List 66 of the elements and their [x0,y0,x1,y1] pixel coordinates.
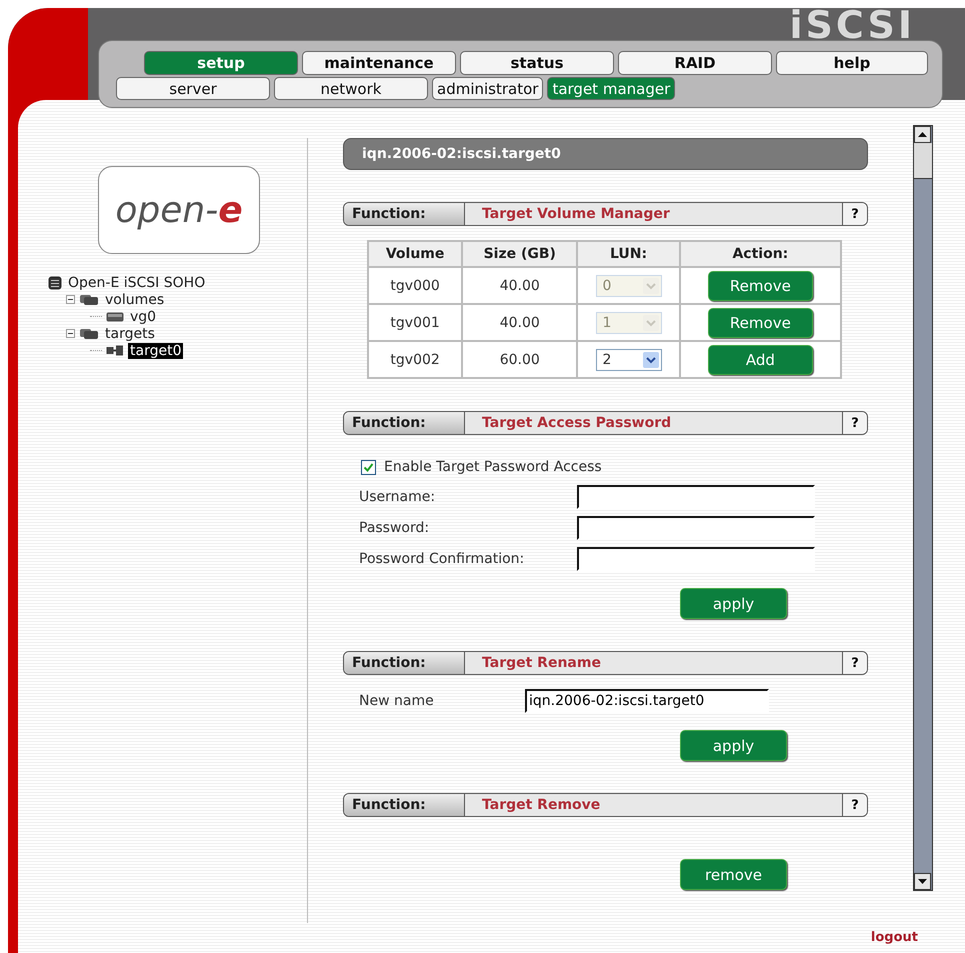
brand-logo: open-e [98,166,260,254]
tree-item[interactable]: targets [103,326,157,342]
column-header: Action: [680,241,841,267]
collapse-icon[interactable] [66,329,75,338]
page-title: iqn.2006-02:iscsi.target0 [343,138,868,170]
scroll-up-icon[interactable] [914,126,931,143]
function-title: Target Rename [481,654,602,673]
table-cell: 40.00 [462,267,578,304]
scrollbar[interactable] [913,125,933,891]
help-button[interactable]: ? [842,794,867,816]
action-button[interactable]: Add [708,344,813,374]
help-button[interactable]: ? [842,652,867,674]
help-button[interactable]: ? [842,412,867,434]
drive-icon [106,312,124,322]
sub-tab[interactable]: network [274,77,428,100]
scroll-down-icon[interactable] [914,873,931,890]
tree-item[interactable]: volumes [103,292,166,308]
field-label: Username: [359,488,436,504]
function-label: Function: [344,203,465,225]
input-field[interactable] [577,484,815,508]
column-header: Size (GB) [462,241,578,267]
field-label: Possword Confirmation: [359,550,526,566]
table-cell: 40.00 [462,304,578,341]
main-tab[interactable]: RAID [618,51,772,75]
main-tab[interactable]: help [776,51,928,75]
table-cell: 60.00 [462,341,578,378]
apply-button[interactable]: apply [680,730,787,761]
checkbox-label: Enable Target Password Access [384,459,602,475]
function-title: Target Remove [481,796,602,815]
table-cell: tgv000 [368,267,462,304]
sub-tab[interactable]: server [116,77,270,100]
column-header: LUN: [577,241,680,267]
product-logo: iSCSI [790,10,915,40]
function-label: Function: [344,412,465,434]
main-tab[interactable]: maintenance [302,51,456,75]
tree-item[interactable]: Open-E iSCSI SOHO [66,274,208,290]
field-label: New name [359,692,435,708]
lun-dropdown[interactable]: 2 [596,348,662,370]
folder-icon [79,294,99,306]
help-button[interactable]: ? [842,203,867,225]
remove-button[interactable]: remove [680,859,787,890]
sub-tab[interactable]: target manager [547,77,676,100]
main-tab[interactable]: setup [144,51,298,75]
checkbox[interactable] [361,460,376,474]
input-field[interactable]: iqn.2006-02:iscsi.target0 [525,688,769,712]
input-field[interactable] [577,546,815,570]
collapse-icon[interactable] [66,295,75,304]
folder-icon [79,328,99,340]
scroll-thumb[interactable] [914,143,932,179]
connector-icon [106,345,124,356]
input-field[interactable] [577,516,815,540]
field-label: Password: [359,520,430,536]
main-tab[interactable]: status [460,51,614,75]
function-label: Function: [344,794,465,816]
sub-tab[interactable]: administrator [432,77,544,100]
tree-item[interactable]: target0 [128,342,184,358]
tree-item[interactable]: vg0 [128,308,158,324]
function-title: Target Volume Manager [481,205,671,224]
table-cell: tgv001 [368,304,462,341]
apply-button[interactable]: apply [680,588,787,619]
table-cell: tgv002 [368,341,462,378]
column-header: Volume [368,241,462,267]
server-icon [48,276,62,290]
function-title: Target Access Password [481,414,672,433]
logout-link[interactable]: logout [870,930,918,945]
function-label: Function: [344,652,465,674]
